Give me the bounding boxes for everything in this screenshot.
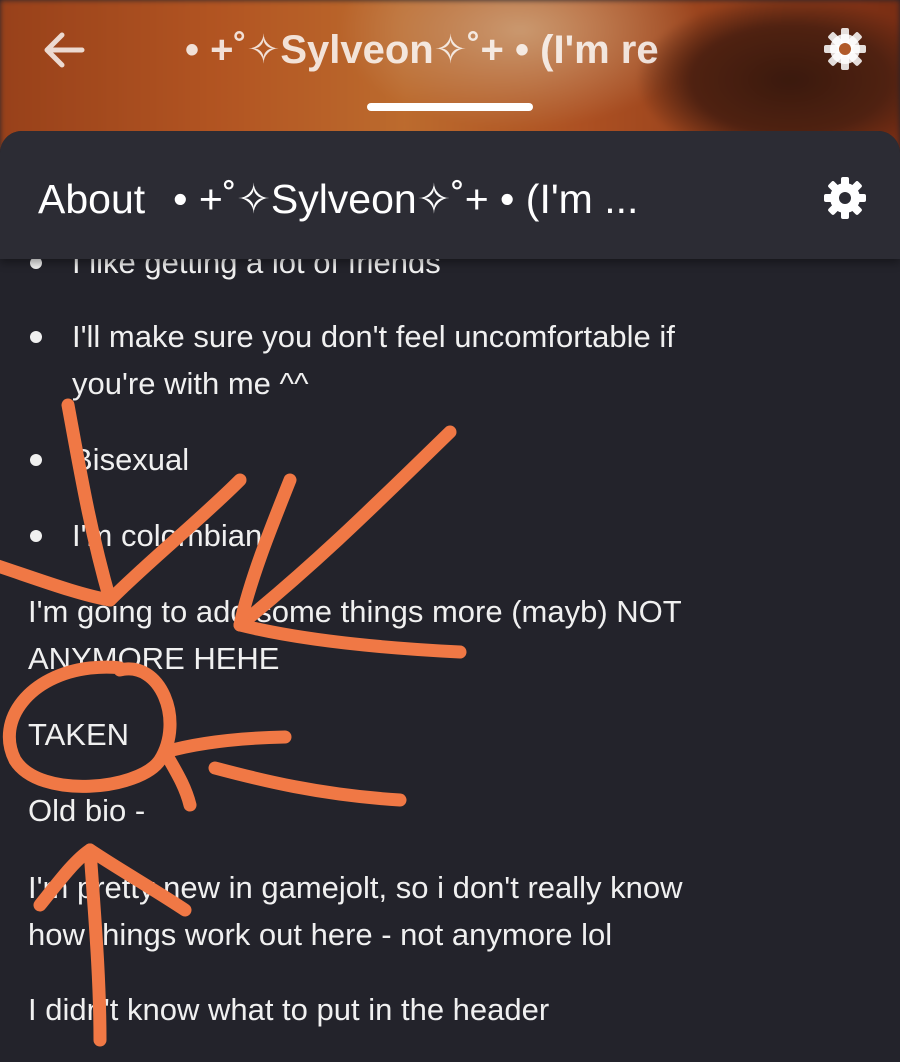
sheet-title-username: • +˚✧Sylveon✧˚+ • (I'm ... — [173, 176, 639, 222]
settings-button[interactable] — [820, 173, 870, 223]
bio-content: I like getting a lot of friends I'll mak… — [0, 131, 900, 1062]
bio-paragraph: I'm pretty new in gamejolt, so i don't r… — [28, 870, 683, 952]
list-item: I'm colombian — [30, 512, 832, 559]
sheet-drag-handle[interactable] — [367, 103, 533, 111]
old-bio-label: Old bio - — [28, 793, 146, 828]
about-sheet: About • +˚✧Sylveon✧˚+ • (I'm ... I like g… — [0, 131, 900, 1062]
list-item: I'll make sure you don't feel uncomforta… — [30, 313, 832, 407]
back-arrow-icon — [44, 32, 85, 68]
sheet-title: About • +˚✧Sylveon✧˚+ • (I'm ... — [38, 171, 738, 227]
taken-paragraph: TAKEN — [28, 717, 130, 752]
bullet-dot — [30, 331, 42, 343]
sheet-header: About • +˚✧Sylveon✧˚+ • (I'm ... — [0, 131, 900, 259]
gear-icon — [824, 177, 866, 219]
settings-button-top[interactable] — [820, 24, 870, 74]
back-button[interactable] — [40, 26, 88, 74]
list-item: Bisexual — [30, 436, 832, 483]
bullet-dot — [30, 530, 42, 542]
bio-paragraph: I'm going to add some things more (mayb)… — [28, 594, 682, 676]
gear-icon — [824, 28, 866, 70]
top-app-bar: • +˚✧Sylveon✧˚+ • (I'm re — [0, 0, 900, 100]
bio-paragraph: I didn't know what to put in the header — [28, 992, 550, 1027]
page-title: • +˚✧Sylveon✧˚+ • (I'm re — [185, 28, 659, 72]
sheet-title-about: About — [38, 176, 146, 222]
bullet-dot — [30, 454, 42, 466]
